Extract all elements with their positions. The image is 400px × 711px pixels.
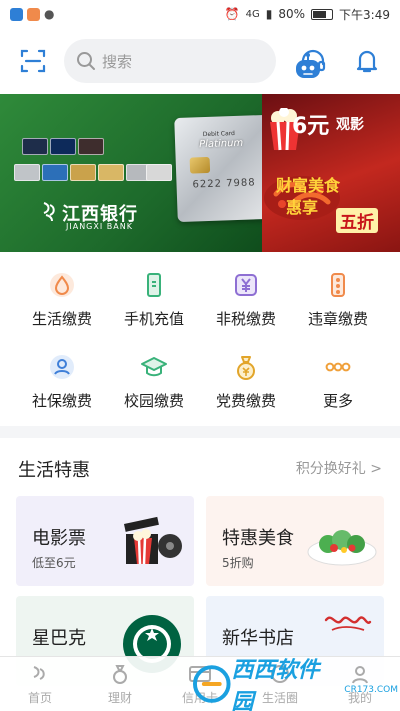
status-bar: ● ⏰ 4G ▮ 80% 下午3:49 <box>0 0 400 28</box>
phone-icon <box>137 268 171 302</box>
search-input[interactable]: 搜索 <box>64 39 320 83</box>
shield-person-icon <box>45 350 79 384</box>
service-non-tax-payment[interactable]: 非税缴费 <box>200 268 292 338</box>
service-traffic-fine[interactable]: 违章缴费 <box>292 268 384 338</box>
service-phone-topup[interactable]: 手机充值 <box>108 268 200 338</box>
drop-icon <box>45 268 79 302</box>
deal-subtitle: 低至6元 <box>32 556 76 570</box>
card-image <box>70 164 96 181</box>
nav-wealth[interactable]: 理财 <box>80 663 160 706</box>
home-logo-icon <box>28 663 52 685</box>
service-label: 违章缴费 <box>307 310 368 328</box>
deal-name: 电影票 <box>32 528 86 549</box>
scan-icon <box>20 49 46 73</box>
card-image <box>50 138 76 155</box>
promo-food-banner <box>262 94 400 252</box>
signal-icon: ▮ <box>265 7 273 21</box>
card-image <box>22 138 48 155</box>
service-more[interactable]: 更多 <box>292 350 384 420</box>
promo-price: 6元 <box>292 114 330 139</box>
yen-icon <box>229 268 263 302</box>
clock: 下午3:49 <box>339 7 390 22</box>
alarm-icon: ⏰ <box>224 7 240 21</box>
service-label: 社保缴费 <box>31 392 92 410</box>
card-image <box>14 164 40 181</box>
deal-movie-ticket[interactable]: 电影票 低至6元 <box>16 496 194 586</box>
traffic-light-icon <box>321 268 355 302</box>
service-label: 非税缴费 <box>215 310 276 328</box>
nav-home[interactable]: 首页 <box>0 663 80 706</box>
bank-card-banner: 江西银行 JIANGXI BANK Debit Card Platinum 62… <box>0 94 298 252</box>
chip-icon <box>189 156 211 174</box>
service-label: 党费缴费 <box>215 392 276 410</box>
chat-notification-icon: ● <box>44 7 55 21</box>
nav-label: 理财 <box>107 691 132 705</box>
site-watermark: 西西软件园 CR173.COM <box>192 658 398 711</box>
service-party-dues[interactable]: 党费缴费 <box>200 350 292 420</box>
points-exchange-link[interactable]: 积分换好礼 > <box>296 458 382 478</box>
top-bar: 搜索 <box>0 28 400 94</box>
card-type: Platinum <box>198 137 244 151</box>
battery-percent: 80% <box>278 7 306 21</box>
section-title: 生活特惠 <box>18 460 90 481</box>
bank-name-en: JIANGXI BANK <box>66 222 133 231</box>
deal-subtitle: 5折购 <box>222 556 254 570</box>
card-image <box>42 164 68 181</box>
card-image <box>78 138 104 155</box>
card-image <box>146 164 172 181</box>
salad-icon <box>307 530 377 566</box>
search-placeholder: 搜索 <box>102 52 133 71</box>
robot-assistant-icon[interactable] <box>292 51 324 83</box>
money-bag-icon <box>229 350 263 384</box>
watermark-logo-icon <box>192 665 231 703</box>
more-icon <box>321 350 355 384</box>
scan-button[interactable] <box>14 42 52 80</box>
promo-food-line1: 财富美食 <box>276 176 341 195</box>
search-icon <box>77 52 95 70</box>
deal-discount-food[interactable]: 特惠美食 5折购 <box>206 496 384 586</box>
service-label: 生活缴费 <box>31 310 92 328</box>
deal-name: 星巴克 <box>32 628 86 649</box>
card-number: 6222 7988 <box>192 177 256 191</box>
service-campus-payment[interactable]: 校园缴费 <box>108 350 200 420</box>
card-label: Debit Card <box>202 130 236 139</box>
watermark-text: 西西软件园 <box>231 658 320 711</box>
movie-clapper-icon <box>123 516 182 565</box>
xinhua-logo-icon <box>324 616 372 631</box>
service-social-security[interactable]: 社保缴费 <box>16 350 108 420</box>
service-label: 校园缴费 <box>123 392 184 410</box>
graduation-icon <box>137 350 171 384</box>
notifications-button[interactable] <box>348 42 386 80</box>
service-utility-payment[interactable]: 生活缴费 <box>16 268 108 338</box>
bell-icon <box>356 50 378 73</box>
bank-logo-icon <box>43 202 55 222</box>
promo-banner[interactable]: 江西银行 JIANGXI BANK Debit Card Platinum 62… <box>0 94 400 252</box>
weibo-notification-icon <box>27 7 40 21</box>
service-label: 手机充值 <box>123 310 184 328</box>
deal-name: 特惠美食 <box>222 528 294 549</box>
promo-movie: 观影 <box>336 117 364 133</box>
network-label: 4G <box>245 8 260 20</box>
card-image <box>98 164 124 181</box>
promo-discount: 五折 <box>336 208 378 233</box>
app-notification-icon <box>10 7 23 21</box>
watermark-url: CR173.COM <box>344 685 398 695</box>
deal-name: 新华书店 <box>222 628 294 649</box>
nav-label: 首页 <box>27 691 52 705</box>
money-bag-icon <box>108 663 132 685</box>
promo-food-line2: 惠享 <box>286 198 319 217</box>
notification-icons: ● <box>10 7 54 21</box>
battery-icon <box>311 8 334 20</box>
services-grid: 生活缴费 手机充值 非税缴费 违章缴费 社保缴费 校园缴费 党费缴费 更多 <box>0 252 400 426</box>
service-label: 更多 <box>322 392 353 410</box>
